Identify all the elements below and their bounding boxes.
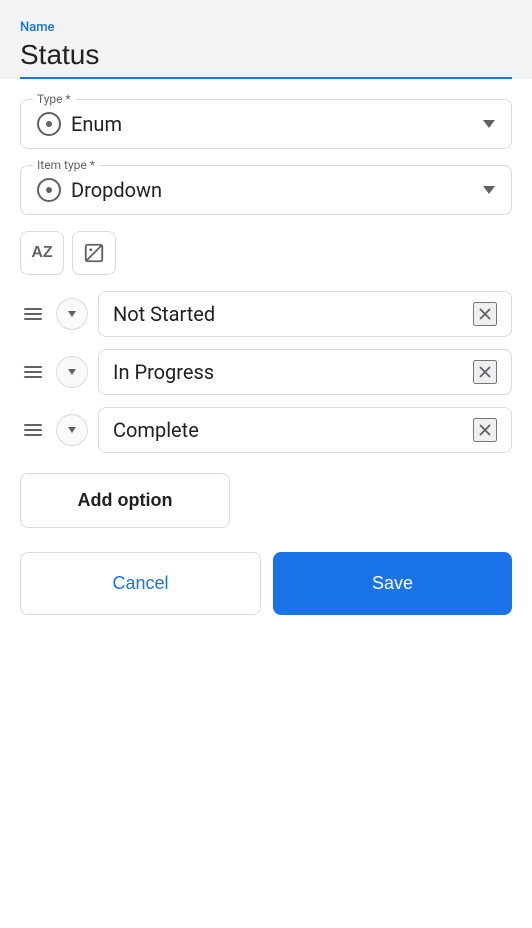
close-icon-2 <box>476 363 494 381</box>
option-color-button-3[interactable] <box>56 414 88 446</box>
option-text-2: In Progress <box>113 360 214 384</box>
option-row-2: In Progress <box>20 349 512 395</box>
cancel-button[interactable]: Cancel <box>20 552 261 615</box>
type-dropdown-arrow-icon <box>483 120 495 128</box>
item-type-select-left: Dropdown <box>37 178 162 202</box>
type-select-row: Enum <box>37 112 495 136</box>
item-type-dropdown-arrow-icon <box>483 186 495 194</box>
option-arrow-icon-1 <box>68 311 76 317</box>
no-image-icon <box>83 242 105 264</box>
close-icon-1 <box>476 305 494 323</box>
add-option-button[interactable]: Add option <box>20 473 230 528</box>
type-select-left: Enum <box>37 112 122 136</box>
option-text-1: Not Started <box>113 302 215 326</box>
option-row-3: Complete <box>20 407 512 453</box>
drag-line-1 <box>24 308 42 310</box>
name-input-wrapper <box>20 39 512 79</box>
option-arrow-icon-2 <box>68 369 76 375</box>
item-type-circle-icon <box>37 178 61 202</box>
drag-line-9 <box>24 434 42 436</box>
item-type-label: Item type * <box>33 158 99 172</box>
item-type-select-wrapper[interactable]: Item type * Dropdown <box>20 165 512 215</box>
drag-handle-3[interactable] <box>20 420 46 440</box>
az-icon: AZ <box>31 244 52 262</box>
name-input[interactable] <box>20 39 512 71</box>
drag-line-4 <box>24 366 42 368</box>
type-label: Type * <box>33 92 75 106</box>
option-remove-button-3[interactable] <box>473 418 497 442</box>
drag-line-8 <box>24 429 42 431</box>
action-buttons: Cancel Save <box>20 552 512 615</box>
name-label: Name <box>20 20 512 35</box>
drag-handle-2[interactable] <box>20 362 46 382</box>
drag-line-6 <box>24 376 42 378</box>
option-input-wrapper-2: In Progress <box>98 349 512 395</box>
drag-line-3 <box>24 318 42 320</box>
save-button[interactable]: Save <box>273 552 512 615</box>
option-color-button-1[interactable] <box>56 298 88 330</box>
name-section: Name <box>0 0 532 79</box>
type-select-group: Type * Enum <box>20 99 512 149</box>
no-image-button[interactable] <box>72 231 116 275</box>
main-content: Type * Enum Item type * Dropdown <box>0 79 532 928</box>
option-remove-button-2[interactable] <box>473 360 497 384</box>
option-text-3: Complete <box>113 418 199 442</box>
type-circle-icon <box>37 112 61 136</box>
option-row-1: Not Started <box>20 291 512 337</box>
type-select-wrapper[interactable]: Type * Enum <box>20 99 512 149</box>
type-value: Enum <box>71 112 122 136</box>
drag-line-2 <box>24 313 42 315</box>
toolbar: AZ <box>20 231 512 275</box>
option-input-wrapper-3: Complete <box>98 407 512 453</box>
option-input-wrapper-1: Not Started <box>98 291 512 337</box>
option-remove-button-1[interactable] <box>473 302 497 326</box>
close-icon-3 <box>476 421 494 439</box>
options-list: Not Started <box>20 291 512 453</box>
drag-line-5 <box>24 371 42 373</box>
sort-az-button[interactable]: AZ <box>20 231 64 275</box>
drag-line-7 <box>24 424 42 426</box>
dialog: Name Type * Enum Item type * <box>0 0 532 928</box>
drag-handle-1[interactable] <box>20 304 46 324</box>
item-type-value: Dropdown <box>71 178 162 202</box>
item-type-select-row: Dropdown <box>37 178 495 202</box>
option-color-button-2[interactable] <box>56 356 88 388</box>
option-arrow-icon-3 <box>68 427 76 433</box>
item-type-select-group: Item type * Dropdown <box>20 165 512 215</box>
